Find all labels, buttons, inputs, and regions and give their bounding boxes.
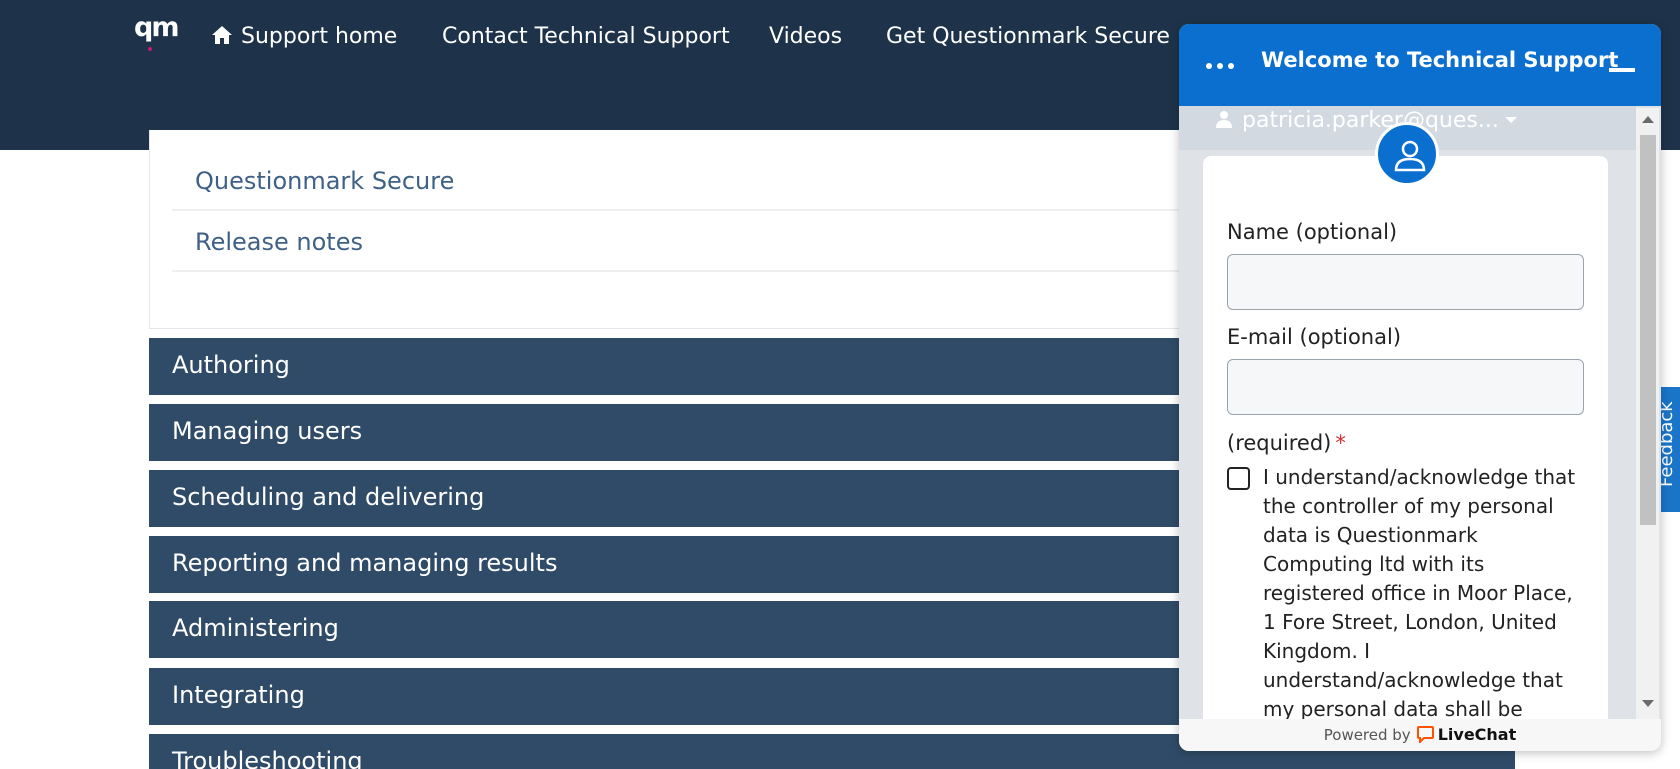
scroll-down-icon[interactable] <box>1642 700 1654 707</box>
caret-down-icon <box>1504 117 1517 123</box>
name-field-label: Name (optional) <box>1227 220 1398 244</box>
chat-scrollbar[interactable] <box>1636 108 1659 719</box>
required-text: (required) <box>1227 431 1332 455</box>
person-outline-icon <box>1394 140 1426 172</box>
more-options-icon[interactable] <box>1206 54 1239 73</box>
section-label: Scheduling and delivering <box>172 483 485 511</box>
nav-support-home[interactable]: Support home <box>211 22 397 52</box>
nav-contact-technical-support[interactable]: Contact Technical Support <box>442 22 730 52</box>
email-field[interactable] <box>1227 359 1584 415</box>
required-label: (required) * <box>1227 431 1346 455</box>
nav-videos[interactable]: Videos <box>769 22 842 52</box>
logo-dot <box>148 47 152 51</box>
chat-header: Welcome to Technical Support <box>1179 24 1661 106</box>
consent-checkbox[interactable] <box>1227 467 1250 490</box>
livechat-logo-icon <box>1416 726 1434 743</box>
nav-get-questionmark-secure[interactable]: Get Questionmark Secure <box>886 22 1170 52</box>
section-label: Reporting and managing results <box>172 549 558 577</box>
minimize-icon[interactable] <box>1609 68 1635 72</box>
agent-avatar-icon <box>1375 122 1439 186</box>
home-icon <box>212 26 232 44</box>
section-label: Managing users <box>172 417 363 445</box>
name-field[interactable] <box>1227 254 1584 310</box>
link-release-notes-label: Release notes <box>195 228 363 256</box>
powered-by-text: Powered by <box>1323 726 1411 744</box>
required-mark: * <box>1335 431 1346 455</box>
email-field-label: E-mail (optional) <box>1227 325 1402 349</box>
section-label: Integrating <box>172 681 305 709</box>
scroll-thumb[interactable] <box>1640 135 1656 525</box>
logo-text: qm <box>134 12 179 43</box>
section-label: Authoring <box>172 351 290 379</box>
scroll-up-icon[interactable] <box>1642 116 1654 123</box>
section-label: Administering <box>172 614 339 642</box>
user-account-dropdown[interactable]: patricia.parker@ques... <box>1216 108 1517 133</box>
nav-contact-label: Contact Technical Support <box>442 24 730 49</box>
chat-footer: Powered by LiveChat <box>1179 719 1661 751</box>
user-icon <box>1216 111 1232 128</box>
questionmark-logo[interactable]: qm <box>134 14 180 54</box>
nav-videos-label: Videos <box>769 24 843 49</box>
nav-support-home-label: Support home <box>241 24 398 49</box>
consent-text: I understand/acknowledge that the contro… <box>1263 465 1576 719</box>
section-label: Troubleshooting <box>172 747 363 769</box>
user-email: patricia.parker@ques... <box>1242 108 1499 133</box>
livechat-brand-link[interactable]: LiveChat <box>1438 725 1517 744</box>
chat-title: Welcome to Technical Support <box>1261 48 1619 72</box>
nav-secure-label: Get Questionmark Secure <box>886 24 1170 49</box>
prechat-form: Name (optional) E-mail (optional) (requi… <box>1203 156 1608 719</box>
link-questionmark-secure-label: Questionmark Secure <box>195 167 455 195</box>
